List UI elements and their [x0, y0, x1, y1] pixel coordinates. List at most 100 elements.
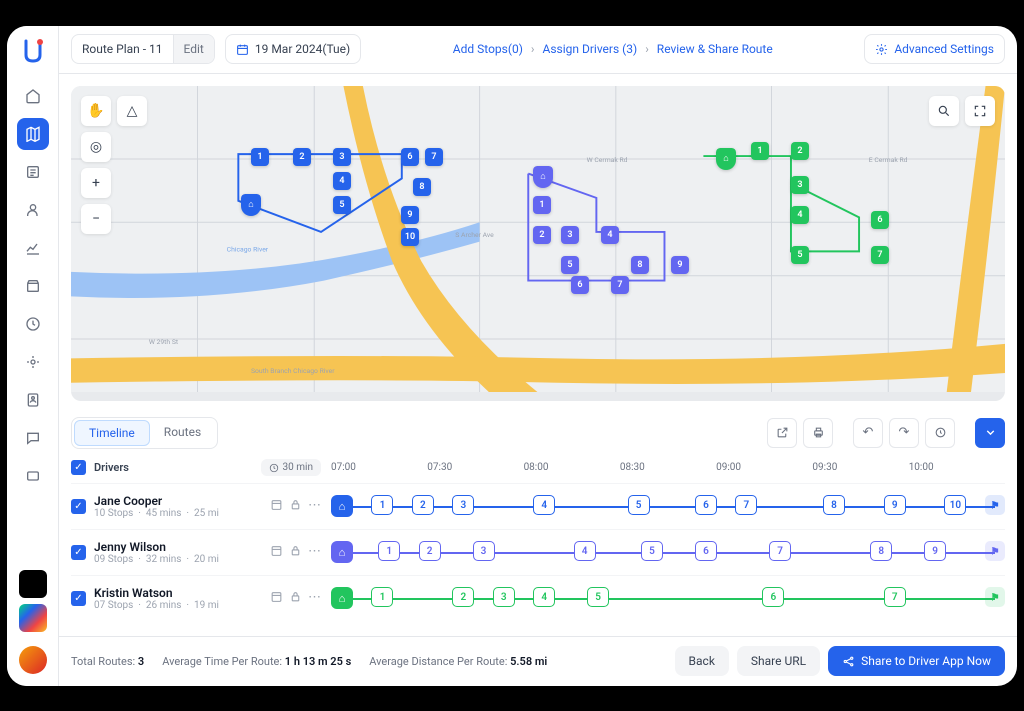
print-icon[interactable] — [803, 418, 833, 448]
advanced-settings-button[interactable]: Advanced Settings — [864, 34, 1005, 64]
route-home-marker[interactable]: ⌂ — [716, 148, 736, 170]
route-stop-marker[interactable]: 3 — [791, 176, 809, 194]
route-stop-marker[interactable]: 1 — [533, 196, 551, 214]
route-stop-marker[interactable]: 6 — [401, 148, 419, 166]
timeline-stop[interactable]: 7 — [769, 541, 791, 561]
more-icon[interactable]: ⋯ — [308, 498, 321, 515]
timeline-stop[interactable]: 5 — [587, 587, 609, 607]
route-stop-marker[interactable]: 5 — [561, 256, 579, 274]
timeline-end-flag[interactable]: ⚑ — [985, 495, 1005, 515]
timeline-home-icon[interactable]: ⌂ — [331, 587, 353, 609]
timeline-stop[interactable]: 7 — [735, 495, 757, 515]
route-stop-marker[interactable]: 8 — [413, 178, 431, 196]
share-to-app-button[interactable]: Share to Driver App Now — [828, 646, 1005, 676]
share-url-button[interactable]: Share URL — [737, 646, 820, 676]
redo-icon[interactable]: ↷ — [889, 418, 919, 448]
timeline-stop[interactable]: 5 — [628, 495, 650, 515]
tab-timeline[interactable]: Timeline — [74, 420, 150, 446]
apple-store-icon[interactable] — [19, 570, 47, 598]
locate-icon[interactable]: ◎ — [81, 132, 111, 162]
driver-timeline[interactable]: ⌂ 12345678910 ⚑ — [331, 494, 1005, 518]
more-icon[interactable]: ⋯ — [308, 544, 321, 561]
fullscreen-icon[interactable] — [965, 96, 995, 126]
driver-timeline[interactable]: ⌂ 12 3 4 5 6 7 8 9 ⚑ — [331, 540, 1005, 564]
timeline-stop[interactable]: 4 — [574, 541, 596, 561]
play-store-icon[interactable] — [19, 604, 47, 632]
timeline-stop[interactable]: 2 — [412, 495, 434, 515]
route-stop-marker[interactable]: 2 — [791, 142, 809, 160]
zoom-in-icon[interactable]: + — [81, 168, 111, 198]
timeline-stop[interactable]: 1 — [371, 587, 393, 607]
route-stop-marker[interactable]: 7 — [611, 276, 629, 294]
route-home-marker[interactable]: ⌂ — [241, 194, 261, 216]
user-avatar[interactable] — [19, 646, 47, 674]
route-stop-marker[interactable]: 7 — [425, 148, 443, 166]
lock-icon[interactable] — [289, 590, 302, 607]
search-map-icon[interactable] — [929, 96, 959, 126]
route-stop-marker[interactable]: 9 — [671, 256, 689, 274]
nav-history-icon[interactable] — [17, 308, 49, 340]
select-all-checkbox[interactable]: ✓ — [71, 460, 86, 475]
nav-chat-icon[interactable] — [17, 422, 49, 454]
step-review[interactable]: Review & Share Route — [657, 42, 773, 56]
back-button[interactable]: Back — [675, 646, 729, 676]
timeline-stop[interactable]: 3 — [473, 541, 495, 561]
lock-icon[interactable] — [289, 544, 302, 561]
timeline-stop[interactable]: 8 — [870, 541, 892, 561]
driver-timeline[interactable]: ⌂ 1234567 ⚑ — [331, 586, 1005, 610]
timeline-end-flag[interactable]: ⚑ — [985, 541, 1005, 561]
timeline-stop[interactable]: 9 — [884, 495, 906, 515]
tab-routes[interactable]: Routes — [150, 420, 215, 446]
route-plan-selector[interactable]: Route Plan - 11 Edit — [71, 34, 215, 64]
pan-tool-icon[interactable]: ✋ — [81, 96, 111, 126]
timeline-stop[interactable]: 4 — [533, 495, 555, 515]
driver-checkbox[interactable]: ✓ — [71, 499, 86, 514]
polygon-tool-icon[interactable]: △ — [117, 96, 147, 126]
route-stop-marker[interactable]: 4 — [601, 226, 619, 244]
route-stop-marker[interactable]: 3 — [333, 148, 351, 166]
route-stop-marker[interactable]: 2 — [533, 226, 551, 244]
date-picker[interactable]: 19 Mar 2024(Tue) — [225, 34, 361, 64]
timeline-stop[interactable]: 1 — [378, 541, 400, 561]
open-external-icon[interactable] — [767, 418, 797, 448]
interval-selector[interactable]: 30 min — [261, 459, 321, 476]
timeline-home-icon[interactable]: ⌂ — [331, 541, 353, 563]
timeline-stop[interactable]: 7 — [884, 587, 906, 607]
nav-map-icon[interactable] — [17, 118, 49, 150]
timeline-stop[interactable]: 3 — [493, 587, 515, 607]
driver-checkbox[interactable]: ✓ — [71, 545, 86, 560]
timeline-end-flag[interactable]: ⚑ — [985, 587, 1005, 607]
route-stop-marker[interactable]: 4 — [333, 172, 351, 190]
nav-contact-icon[interactable] — [17, 384, 49, 416]
route-stop-marker[interactable]: 8 — [631, 256, 649, 274]
lock-icon[interactable] — [289, 498, 302, 515]
timeline-home-icon[interactable]: ⌂ — [331, 495, 353, 517]
step-add-stops[interactable]: Add Stops(0) — [453, 42, 523, 56]
calendar-icon[interactable] — [270, 544, 283, 561]
history-icon[interactable] — [925, 418, 955, 448]
timeline-stop[interactable]: 3 — [452, 495, 474, 515]
timeline-stop[interactable]: 10 — [944, 495, 966, 515]
timeline-stop[interactable]: 6 — [695, 541, 717, 561]
route-home-marker[interactable]: ⌂ — [533, 166, 553, 188]
route-stop-marker[interactable]: 2 — [293, 148, 311, 166]
nav-target-icon[interactable] — [17, 346, 49, 378]
route-stop-marker[interactable]: 5 — [333, 196, 351, 214]
timeline-stop[interactable]: 2 — [419, 541, 441, 561]
route-stop-marker[interactable]: 9 — [401, 206, 419, 224]
nav-analytics-icon[interactable] — [17, 232, 49, 264]
timeline-stop[interactable]: 8 — [823, 495, 845, 515]
timeline-stop[interactable]: 5 — [641, 541, 663, 561]
undo-icon[interactable]: ↶ — [853, 418, 883, 448]
expand-button[interactable] — [975, 418, 1005, 448]
route-stop-marker[interactable]: 6 — [571, 276, 589, 294]
route-stop-marker[interactable]: 4 — [791, 206, 809, 224]
nav-inbox-icon[interactable] — [17, 460, 49, 492]
calendar-icon[interactable] — [270, 590, 283, 607]
timeline-stop[interactable]: 9 — [924, 541, 946, 561]
route-stop-marker[interactable]: 1 — [251, 148, 269, 166]
zoom-out-icon[interactable]: − — [81, 204, 111, 234]
nav-list-icon[interactable] — [17, 156, 49, 188]
route-stop-marker[interactable]: 6 — [871, 211, 889, 229]
route-map[interactable]: W 29th StW Cermak Rd S Archer AveE Cerma… — [71, 86, 1005, 401]
